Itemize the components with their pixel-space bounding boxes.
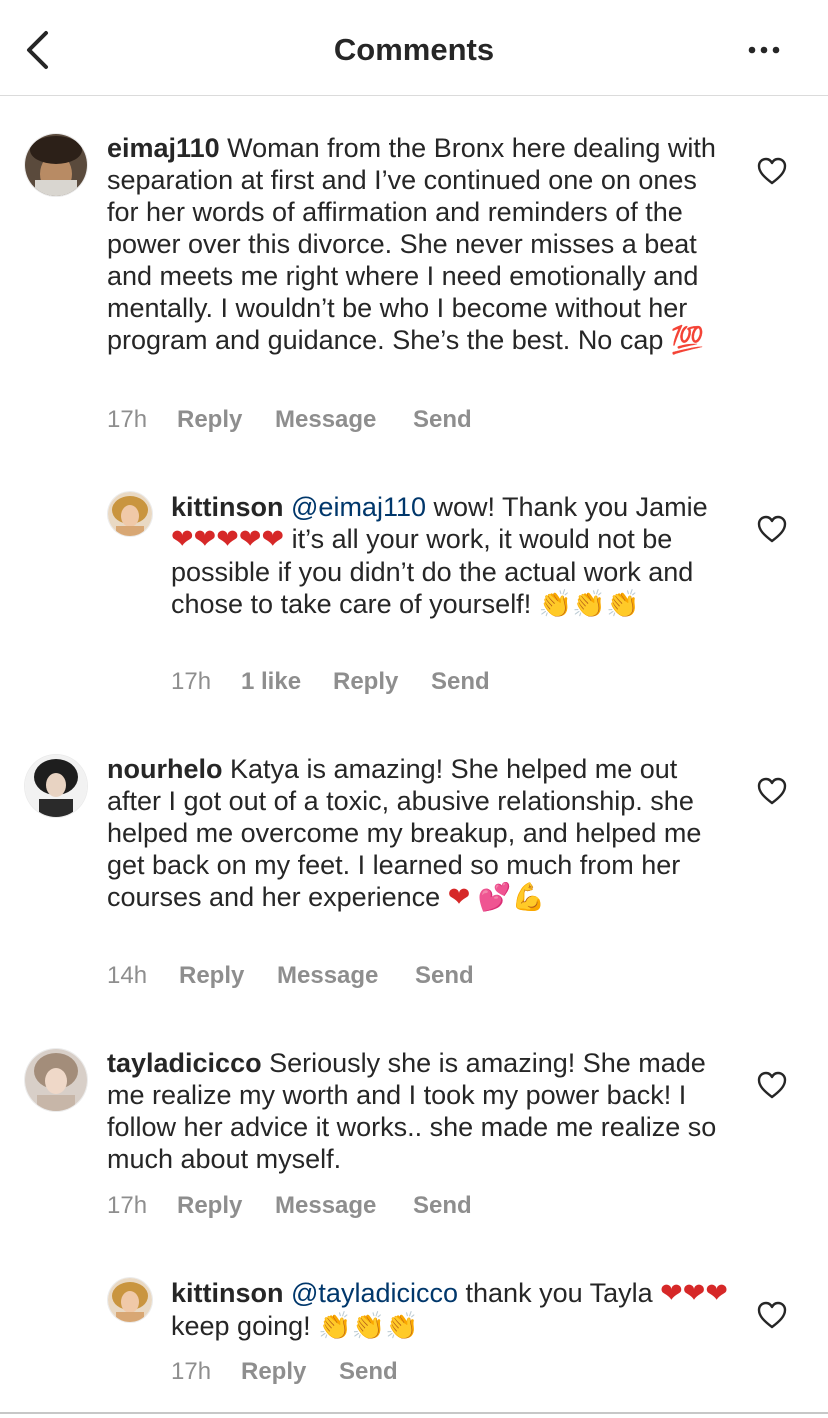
message-button[interactable]: Message <box>275 1191 376 1221</box>
like-comment-button[interactable] <box>756 156 788 186</box>
mention-link[interactable]: @eimaj110 <box>291 492 426 522</box>
comment-body: kittinson @eimaj110 wow! Thank you Jamie… <box>171 491 731 621</box>
message-button[interactable]: Message <box>275 405 376 435</box>
comment-text: Woman from the Bronx here dealing with s… <box>107 133 716 355</box>
comment-text-continued: keep going! <box>171 1311 311 1341</box>
comment-username[interactable]: tayladicicco <box>107 1048 262 1078</box>
hundred-points-emoji: 💯 <box>670 325 705 356</box>
heart-outline-icon <box>757 1301 787 1329</box>
send-button[interactable]: Send <box>413 405 472 435</box>
comment-body: nourhelo Katya is amazing! She helped me… <box>107 753 727 914</box>
avatar[interactable] <box>25 1049 87 1111</box>
red-hearts-emoji: ❤❤❤❤❤ <box>171 524 285 555</box>
comment-time: 17h <box>171 668 212 695</box>
comment-time: 17h <box>171 1358 212 1385</box>
reply-button[interactable]: Reply <box>179 961 244 991</box>
comment-username[interactable]: nourhelo <box>107 754 223 784</box>
more-horizontal-icon <box>748 46 780 54</box>
comment-text: thank you Tayla <box>465 1278 653 1308</box>
comment-time: 17h <box>107 406 148 433</box>
send-button[interactable]: Send <box>413 1191 472 1221</box>
message-button[interactable]: Message <box>277 961 378 991</box>
comment-username[interactable]: eimaj110 <box>107 133 220 163</box>
red-hearts-emoji: ❤❤❤ <box>660 1278 729 1309</box>
heart-outline-icon <box>757 157 787 185</box>
reply-button[interactable]: Reply <box>241 1357 306 1387</box>
heart-outline-icon <box>757 1071 787 1099</box>
avatar[interactable] <box>108 1278 152 1322</box>
mention-link[interactable]: @tayladicicco <box>291 1278 458 1308</box>
page-title: Comments <box>333 32 495 67</box>
clapping-hands-emoji: 👏👏👏 <box>318 1311 419 1342</box>
like-comment-button[interactable] <box>756 1070 788 1100</box>
comment-text: wow! Thank you Jamie <box>433 492 708 522</box>
comment-body: tayladicicco Seriously she is amazing! S… <box>107 1047 727 1175</box>
red-heart-emoji: ❤ <box>447 882 471 913</box>
heart-outline-icon <box>757 515 787 543</box>
like-comment-button[interactable] <box>756 514 788 544</box>
hearts-flex-emoji: 💕💪 <box>477 882 546 913</box>
comment-username[interactable]: kittinson <box>171 492 284 522</box>
more-options-button[interactable] <box>736 30 792 70</box>
reply-button[interactable]: Reply <box>177 1191 242 1221</box>
comment-time: 14h <box>107 962 148 989</box>
like-comment-button[interactable] <box>756 1300 788 1330</box>
comment-username[interactable]: kittinson <box>171 1278 284 1308</box>
avatar[interactable] <box>25 134 87 196</box>
reply-button[interactable]: Reply <box>177 405 242 435</box>
comment-body: eimaj110 Woman from the Bronx here deali… <box>107 132 727 357</box>
send-button[interactable]: Send <box>431 667 490 697</box>
bottom-divider <box>0 1412 828 1414</box>
avatar[interactable] <box>108 492 152 536</box>
like-comment-button[interactable] <box>756 776 788 806</box>
comment-time: 17h <box>107 1192 148 1219</box>
clapping-hands-emoji: 👏👏👏 <box>538 589 640 620</box>
comment-meta: 17h 1 like Reply Send <box>171 667 511 697</box>
likes-count[interactable]: 1 like <box>241 667 301 697</box>
comment-meta: 17h Reply Send <box>171 1357 471 1387</box>
comment-body: kittinson @tayladicicco thank you Tayla … <box>171 1277 731 1343</box>
heart-outline-icon <box>757 777 787 805</box>
avatar[interactable] <box>25 755 87 817</box>
comment-meta: 17h Reply Message Send <box>107 405 507 435</box>
send-button[interactable]: Send <box>415 961 474 991</box>
comment-meta: 17h Reply Message Send <box>107 1191 507 1221</box>
send-button[interactable]: Send <box>339 1357 398 1387</box>
comment-meta: 14h Reply Message Send <box>107 961 507 991</box>
header-bar: Comments <box>0 0 828 96</box>
reply-button[interactable]: Reply <box>333 667 398 697</box>
